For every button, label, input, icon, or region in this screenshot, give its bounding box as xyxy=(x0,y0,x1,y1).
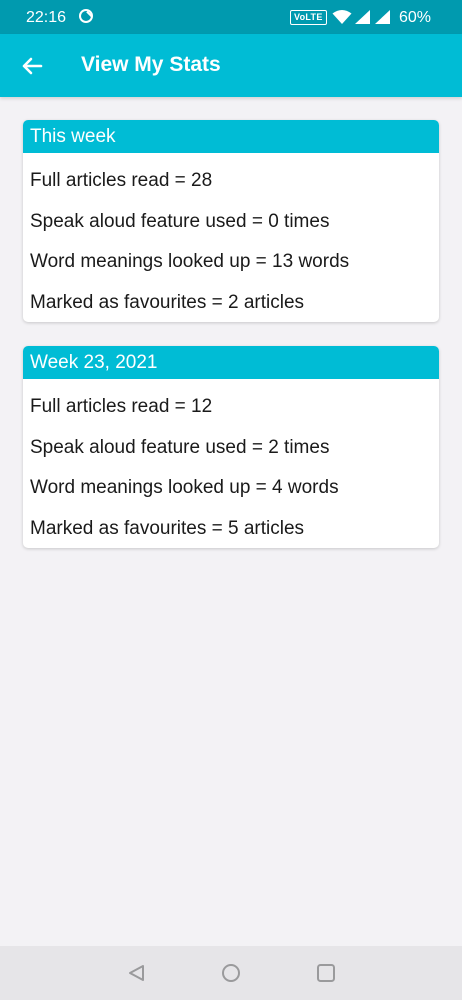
app-bar: View My Stats xyxy=(0,34,462,97)
stat-speak-aloud: Speak aloud feature used = 2 times xyxy=(30,436,330,458)
stat-favourites: Marked as favourites = 5 articles xyxy=(30,517,305,539)
card-header: Week 23, 2021 xyxy=(23,346,439,379)
stat-articles-read: Full articles read = 12 xyxy=(30,396,213,417)
signal-icon xyxy=(375,10,390,24)
status-bar: 22:16 VoLTE 60% xyxy=(0,0,462,34)
back-button[interactable] xyxy=(16,50,48,82)
stat-speak-aloud: Speak aloud feature used = 0 times xyxy=(30,210,330,232)
back-triangle-icon[interactable] xyxy=(127,963,147,983)
signal-icon xyxy=(355,10,370,24)
system-nav-bar xyxy=(0,946,462,1000)
stat-articles-read: Full articles read = 28 xyxy=(30,170,213,191)
stat-word-meanings: Word meanings looked up = 4 words xyxy=(30,477,339,498)
stat-word-meanings: Word meanings looked up = 13 words xyxy=(30,251,350,272)
stat-list: Full articles read = 12 Speak aloud feat… xyxy=(23,379,439,548)
arrow-left-icon xyxy=(22,57,43,75)
page-title: View My Stats xyxy=(81,53,221,76)
battery-level: 60% xyxy=(399,9,432,26)
stat-list: Full articles read = 28 Speak aloud feat… xyxy=(23,153,439,322)
recents-square-icon[interactable] xyxy=(316,963,336,983)
app-notification-icon xyxy=(79,9,93,23)
wifi-icon xyxy=(332,10,352,24)
stats-card-this-week: This week Full articles read = 28 Speak … xyxy=(23,120,439,322)
card-header: This week xyxy=(23,120,439,153)
status-time: 22:16 xyxy=(26,9,67,26)
home-circle-icon[interactable] xyxy=(221,963,241,983)
stat-favourites: Marked as favourites = 2 articles xyxy=(30,291,305,313)
stats-card-week-23: Week 23, 2021 Full articles read = 12 Sp… xyxy=(23,346,439,548)
volte-badge: VoLTE xyxy=(290,10,327,25)
